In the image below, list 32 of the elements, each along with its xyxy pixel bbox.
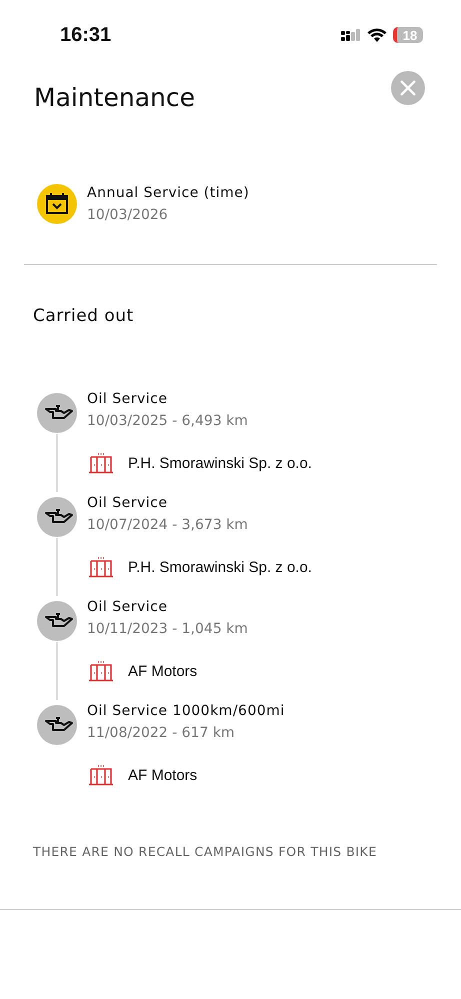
service-detail: 11/08/2022 - 617 km bbox=[87, 724, 236, 743]
close-icon bbox=[399, 79, 417, 97]
close-button[interactable] bbox=[391, 71, 425, 105]
oil-can-icon bbox=[37, 705, 77, 745]
building-icon bbox=[88, 660, 114, 682]
oil-can-icon bbox=[37, 601, 77, 641]
service-detail: 10/11/2023 - 1,045 km bbox=[87, 620, 248, 639]
dealer-name: P.H. Smorawinski Sp. z o.o. bbox=[128, 454, 312, 472]
service-detail: 10/07/2024 - 3,673 km bbox=[87, 516, 249, 535]
service-title: Annual Service (time) bbox=[87, 184, 250, 203]
battery-percent: 18 bbox=[402, 28, 418, 42]
building-icon bbox=[88, 764, 114, 786]
oil-can-icon bbox=[37, 393, 77, 433]
dealer-name: AF Motors bbox=[128, 766, 198, 784]
page-title: Maintenance bbox=[34, 83, 195, 112]
building-icon bbox=[88, 452, 114, 474]
wifi-icon bbox=[367, 28, 387, 42]
dealer-name: AF Motors bbox=[128, 662, 198, 680]
oil-can-icon bbox=[37, 497, 77, 537]
clock-time: 16:31 bbox=[60, 24, 112, 46]
service-title: Oil Service 1000km/600mi bbox=[87, 702, 285, 721]
building-icon bbox=[88, 556, 114, 578]
service-detail: 10/03/2025 - 6,493 km bbox=[87, 412, 249, 431]
service-title: Oil Service bbox=[87, 390, 168, 409]
service-title: Oil Service bbox=[87, 494, 168, 513]
dealer-name: P.H. Smorawinski Sp. z o.o. bbox=[128, 558, 312, 576]
calendar-icon bbox=[37, 184, 77, 224]
recall-note: THERE ARE NO RECALL CAMPAIGNS FOR THIS BIKE bbox=[33, 844, 378, 859]
signal-icon bbox=[341, 28, 361, 42]
section-heading: Carried out bbox=[33, 306, 135, 326]
service-title: Oil Service bbox=[87, 598, 168, 617]
service-date: 10/03/2026 bbox=[87, 206, 169, 225]
